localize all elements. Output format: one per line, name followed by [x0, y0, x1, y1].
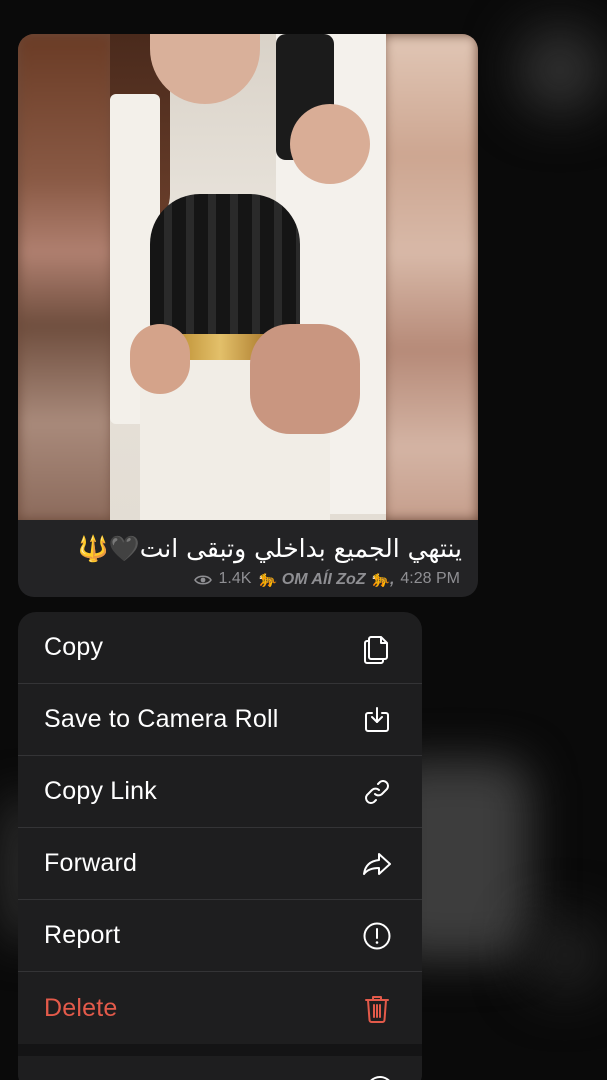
photo-blur-right: [383, 34, 478, 520]
photo-blur-left: [18, 34, 113, 520]
message-caption: ينتهي الجميع بداخلي وتبقى انت🖤🔱 1.4K 🐆 O…: [18, 520, 478, 597]
forward-arrow-icon: [360, 847, 394, 881]
message-meta: 1.4K 🐆 OM AĺI ZoZ 🐆, 4:28 PM: [194, 569, 460, 589]
copy-button[interactable]: Copy: [18, 612, 422, 684]
message-photo[interactable]: [18, 34, 478, 520]
photo-hand: [290, 104, 370, 184]
screen: ينتهي الجميع بداخلي وتبقى انت🖤🔱 1.4K 🐆 O…: [0, 0, 607, 1080]
view-count: 1.4K: [218, 570, 252, 587]
photo-content: [110, 34, 386, 520]
author-signature: 🐆 OM AĺI ZoZ 🐆,: [257, 571, 395, 588]
menu-item-label: Copy Link: [44, 777, 157, 805]
context-menu: Copy Save to Camera Roll Copy Link Forwa…: [18, 612, 422, 1080]
eye-icon: [194, 573, 213, 585]
menu-item-label: Forward: [44, 849, 138, 877]
background-blur: [530, 920, 600, 990]
delete-button[interactable]: Delete: [18, 972, 422, 1044]
photo-hand: [250, 324, 360, 434]
exclamation-circle-icon: [360, 919, 394, 953]
background-blur: [520, 30, 600, 110]
caption-text: ينتهي الجميع بداخلي وتبقى انت🖤🔱: [77, 534, 462, 563]
menu-item-label: Report: [44, 921, 121, 949]
forward-button[interactable]: Forward: [18, 828, 422, 900]
menu-item-label: Delete: [44, 993, 118, 1022]
save-to-camera-roll-button[interactable]: Save to Camera Roll: [18, 684, 422, 756]
menu-item-partial[interactable]: [18, 1056, 422, 1080]
menu-item-label: Copy: [44, 633, 104, 661]
save-download-icon: [360, 703, 394, 737]
circle-icon: [366, 1076, 394, 1080]
link-icon: [360, 775, 394, 809]
message-bubble[interactable]: ينتهي الجميع بداخلي وتبقى انت🖤🔱 1.4K 🐆 O…: [18, 34, 478, 597]
copy-link-button[interactable]: Copy Link: [18, 756, 422, 828]
menu-separator: [18, 1044, 422, 1056]
photo-hand: [130, 324, 190, 394]
message-time: 4:28 PM: [400, 570, 460, 587]
menu-item-label: Save to Camera Roll: [44, 705, 279, 733]
trash-icon: [360, 991, 394, 1025]
copy-icon: [360, 631, 394, 665]
photo-corset: [150, 194, 300, 334]
report-button[interactable]: Report: [18, 900, 422, 972]
